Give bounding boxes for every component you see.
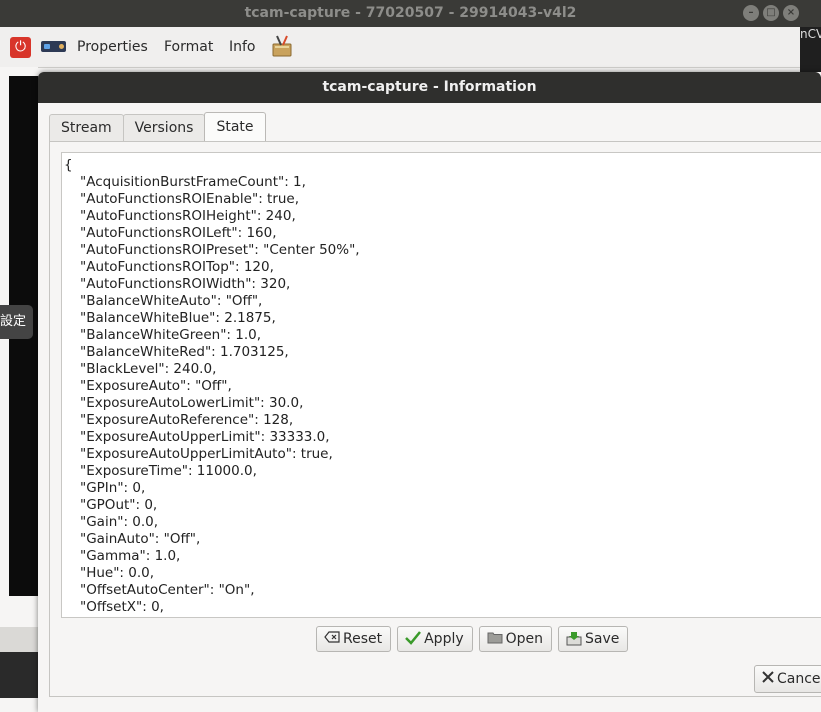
json-line: "AutoFunctionsROILeft": 160, bbox=[80, 225, 277, 241]
settings-side-label: 設定 bbox=[0, 305, 33, 339]
dialog-title: tcam-capture - Information bbox=[322, 79, 537, 95]
tab-versions[interactable]: Versions bbox=[122, 114, 206, 142]
json-line: "ExposureAutoUpperLimit": 33333.0, bbox=[80, 429, 330, 445]
folder-icon bbox=[486, 631, 504, 647]
json-line: "BalanceWhiteRed": 1.703125, bbox=[80, 344, 289, 360]
json-line: "AcquisitionBurstFrameCount": 1, bbox=[80, 174, 306, 190]
close-icon[interactable]: × bbox=[783, 5, 799, 21]
main-window-titlebar: tcam-capture - 77020507 - 29914043-v4l2 … bbox=[0, 0, 821, 27]
minimize-icon[interactable]: – bbox=[743, 5, 759, 21]
json-line: "ExposureTime": 11000.0, bbox=[80, 463, 257, 479]
main-window-title: tcam-capture - 77020507 - 29914043-v4l2 bbox=[244, 5, 577, 21]
tools-icon[interactable] bbox=[272, 35, 292, 57]
clear-icon bbox=[323, 631, 341, 647]
json-line: "GPOut": 0, bbox=[80, 497, 158, 513]
dialog-titlebar: tcam-capture - Information bbox=[38, 72, 821, 103]
save-button[interactable]: Save bbox=[558, 626, 629, 652]
json-line: "BlackLevel": 240.0, bbox=[80, 361, 217, 377]
json-line: "Hue": 0.0, bbox=[80, 565, 155, 581]
reset-label: Reset bbox=[343, 631, 383, 647]
json-line: "ExposureAutoReference": 128, bbox=[80, 412, 294, 428]
json-line: "OffsetAutoCenter": "On", bbox=[80, 582, 255, 598]
json-line: "AutoFunctionsROIWidth": 320, bbox=[80, 276, 291, 292]
menu-properties[interactable]: Properties bbox=[77, 39, 148, 55]
tab-stream[interactable]: Stream bbox=[49, 114, 124, 142]
json-line: "AutoFunctionsROIEnable": true, bbox=[80, 191, 300, 207]
json-line: "Gain": 0.0, bbox=[80, 514, 159, 530]
power-icon[interactable]: ⏻ bbox=[10, 37, 31, 58]
background-right-strip: nCV bbox=[800, 27, 821, 77]
open-label: Open bbox=[505, 631, 544, 647]
json-line: "AutoFunctionsROIPreset": "Center 50%", bbox=[80, 242, 360, 258]
json-line: "BalanceWhiteGreen": 1.0, bbox=[80, 327, 261, 343]
json-line: "ExposureAutoUpperLimitAuto": true, bbox=[80, 446, 333, 462]
cancel-button[interactable]: Cancel bbox=[754, 665, 821, 693]
cancel-icon bbox=[761, 670, 775, 688]
menu-info[interactable]: Info bbox=[229, 39, 256, 55]
json-open-brace: { bbox=[64, 157, 73, 173]
maximize-icon[interactable]: □ bbox=[763, 5, 779, 21]
cancel-label: Cancel bbox=[777, 671, 821, 687]
state-tab-panel: { "AcquisitionBurstFrameCount": 1, "Auto… bbox=[49, 141, 821, 697]
save-icon bbox=[565, 631, 583, 647]
tab-state[interactable]: State bbox=[204, 112, 266, 142]
background-right-text: nCV bbox=[800, 27, 821, 41]
menu-format[interactable]: Format bbox=[164, 39, 213, 55]
apply-button[interactable]: Apply bbox=[397, 626, 473, 652]
json-line: "AutoFunctionsROIHeight": 240, bbox=[80, 208, 296, 224]
json-line: "ExposureAutoLowerLimit": 30.0, bbox=[80, 395, 304, 411]
json-line: "GainAuto": "Off", bbox=[80, 531, 201, 547]
json-line: "AutoFunctionsROITop": 120, bbox=[80, 259, 274, 275]
json-line: "ExposureAuto": "Off", bbox=[80, 378, 232, 394]
tab-bar: Stream Versions State bbox=[49, 112, 266, 142]
state-text-view[interactable]: { "AcquisitionBurstFrameCount": 1, "Auto… bbox=[61, 152, 821, 618]
json-line: "OffsetX": 0, bbox=[80, 599, 164, 615]
json-line: "Gamma": 1.0, bbox=[80, 548, 181, 564]
reset-button[interactable]: Reset bbox=[316, 626, 392, 652]
window-controls: – □ × bbox=[743, 5, 799, 21]
state-action-buttons: Reset Apply Open Save bbox=[316, 626, 629, 652]
menubar: ⏻ Properties Format Info bbox=[0, 27, 800, 68]
save-label: Save bbox=[585, 631, 620, 647]
checkmark-icon bbox=[404, 631, 422, 647]
open-button[interactable]: Open bbox=[478, 626, 553, 652]
json-line: "BalanceWhiteBlue": 2.1875, bbox=[80, 310, 276, 326]
background-bottom-dark bbox=[0, 652, 38, 698]
apply-label: Apply bbox=[424, 631, 464, 647]
json-line: "GPIn": 0, bbox=[80, 480, 146, 496]
state-json: { "AcquisitionBurstFrameCount": 1, "Auto… bbox=[62, 153, 821, 616]
json-line: "BalanceWhiteAuto": "Off", bbox=[80, 293, 263, 309]
information-dialog: tcam-capture - Information Stream Versio… bbox=[38, 72, 821, 712]
camera-device-icon[interactable] bbox=[41, 41, 66, 52]
